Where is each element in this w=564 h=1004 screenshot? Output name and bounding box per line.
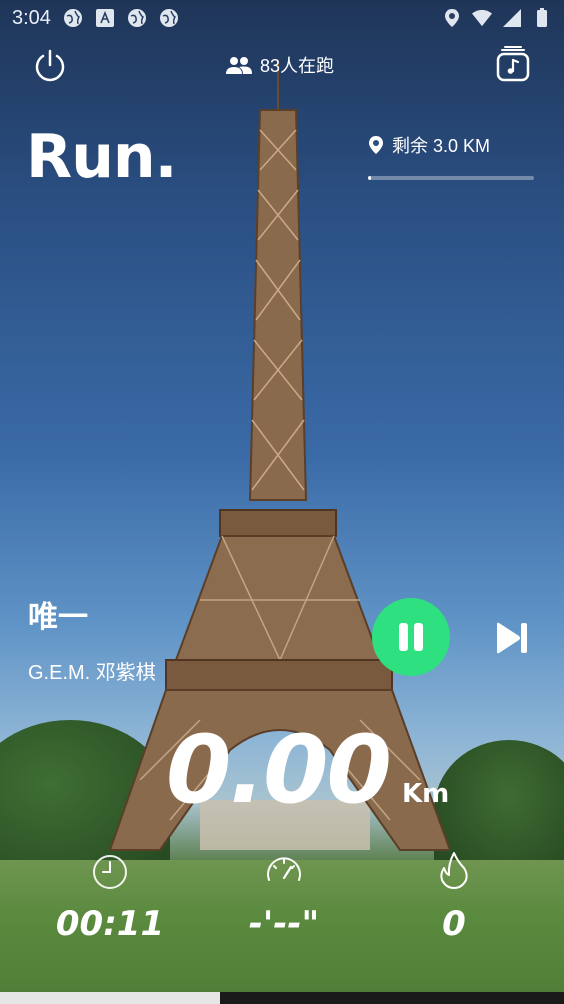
speedometer-icon (267, 857, 301, 881)
power-button[interactable] (32, 48, 68, 84)
status-system-icons (442, 8, 552, 28)
location-pin-icon (369, 136, 383, 154)
people-icon (226, 57, 252, 74)
power-icon (35, 49, 65, 82)
remaining-distance: 剩余 3.0 KM (368, 132, 490, 158)
distance-unit: Km (401, 779, 450, 809)
app-a-icon (95, 8, 115, 28)
status-notification-icons (63, 8, 179, 28)
distance-display: 0.00 Km (166, 716, 449, 825)
signal-icon (502, 8, 522, 28)
pause-button[interactable] (372, 598, 450, 676)
globe-icon (127, 8, 147, 28)
stat-calories: 0 (374, 850, 534, 944)
app-logo: Run. (26, 122, 177, 192)
song-artist: G.E.M. 邓紫棋 (28, 662, 156, 684)
status-bar: 3:04 (0, 0, 564, 36)
globe-icon (63, 8, 83, 28)
globe-icon (159, 8, 179, 28)
runners-count: 83人在跑 (226, 52, 334, 78)
song-title: 唯一 (28, 601, 88, 634)
navigation-bar (0, 992, 564, 1004)
runners-count-label: 83人在跑 (260, 56, 335, 76)
remaining-progress-bar (368, 176, 534, 180)
wifi-icon (472, 8, 492, 28)
navigation-bar-segment (0, 992, 220, 1004)
location-status-icon (442, 8, 462, 28)
stat-elapsed-time: 00:11 (30, 850, 190, 944)
pace-value: -'--" (248, 904, 320, 944)
skip-next-icon (497, 622, 527, 654)
remaining-label: 剩余 3.0 KM (392, 136, 491, 156)
status-time: 3:04 (12, 6, 51, 29)
calories-value: 0 (442, 904, 466, 944)
pause-icon (399, 623, 423, 651)
remaining-progress-fill (368, 176, 372, 180)
distance-value: 0.00 (166, 716, 392, 825)
music-button[interactable] (496, 46, 530, 82)
music-icon (496, 46, 530, 82)
flame-icon (440, 852, 468, 889)
elapsed-time-value: 00:11 (55, 904, 165, 944)
clock-icon (93, 855, 127, 889)
battery-icon (532, 8, 552, 28)
stat-pace: -'--" (204, 850, 364, 944)
next-track-button[interactable] (494, 620, 530, 656)
